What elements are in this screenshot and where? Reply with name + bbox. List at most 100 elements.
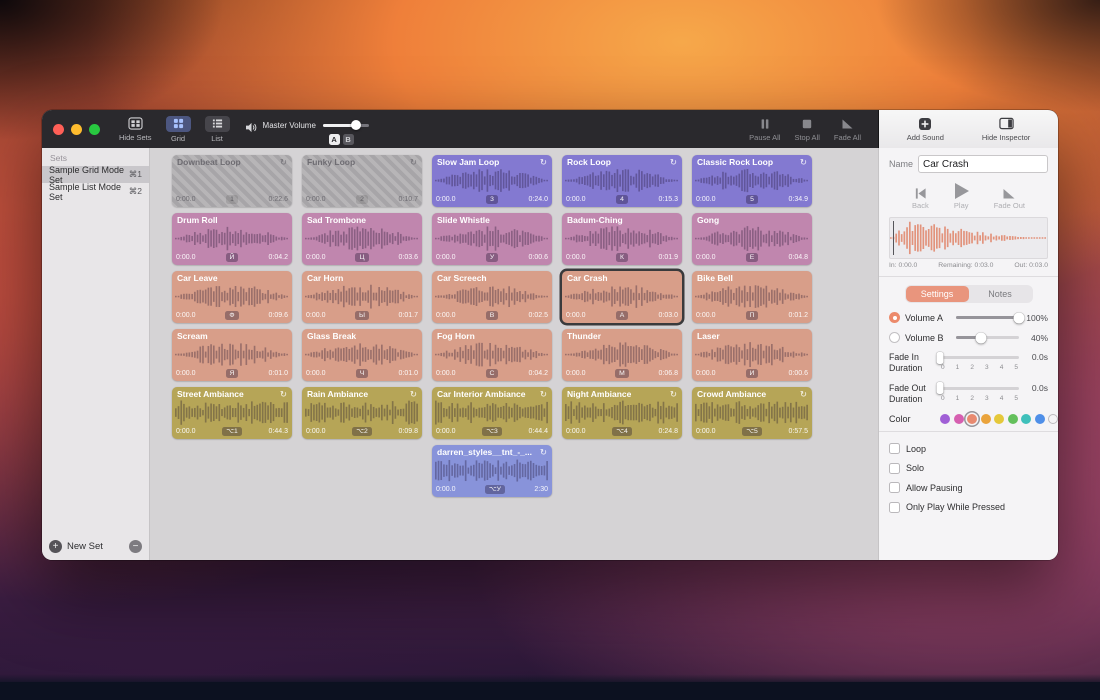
loop-icon: ↻ [540, 448, 547, 457]
sound-tile[interactable]: Car Interior Ambiance↻0:00.0⌥30:44.4 [432, 387, 552, 439]
sound-tile[interactable]: Car Leave0:00.0Ф0:09.6 [172, 271, 292, 323]
pause-all-button[interactable]: Pause All [742, 116, 787, 142]
sound-tile[interactable]: Thunder0:00.0М0:06.8 [562, 329, 682, 381]
sound-tile[interactable]: Classic Rock Loop↻0:00.050:34.9 [692, 155, 812, 207]
fade-in-knob[interactable] [937, 352, 944, 364]
minimize-button[interactable] [71, 124, 82, 135]
sound-tile[interactable]: Slow Jam Loop↻0:00.030:24.0 [432, 155, 552, 207]
fade-out-inspector-button[interactable]: Fade Out [994, 182, 1025, 210]
tile-key-badge: 2 [356, 195, 368, 205]
color-swatch-pink[interactable] [954, 414, 964, 424]
tile-waveform [435, 284, 549, 309]
sound-tile[interactable]: darren_styles__tnt_-_...↻0:00.0⌥У2:30 [432, 445, 552, 497]
sound-tile[interactable]: Downbeat Loop↻0:00.010:22.6 [172, 155, 292, 207]
sound-tile[interactable]: Crowd Ambiance↻0:00.0⌥50:57.5 [692, 387, 812, 439]
new-set-button[interactable]: New Set [67, 541, 103, 552]
color-swatch-purple[interactable] [940, 414, 950, 424]
zoom-button[interactable] [89, 124, 100, 135]
grid-view-button[interactable]: Grid [159, 116, 198, 143]
color-swatch-yellow[interactable] [994, 414, 1004, 424]
color-swatch-teal[interactable] [1021, 414, 1031, 424]
back-button[interactable]: Back [912, 182, 929, 210]
sound-tile[interactable]: Bike Bell0:00.0П0:01.2 [692, 271, 812, 323]
sound-tile[interactable]: Fog Horn0:00.0С0:04.2 [432, 329, 552, 381]
sound-tile[interactable]: Scream0:00.0Я0:01.0 [172, 329, 292, 381]
hide-inspector-button[interactable]: Hide Inspector [975, 116, 1037, 142]
fade-all-button[interactable]: Fade All [827, 116, 868, 142]
stop-all-button[interactable]: Stop All [787, 116, 826, 142]
sound-tile[interactable]: Car Crash0:00.0А0:03.0 [562, 271, 682, 323]
volume-b-knob[interactable] [976, 332, 987, 343]
master-volume-slider[interactable] [323, 124, 369, 127]
name-input[interactable] [918, 155, 1048, 173]
tile-title: Car Interior Ambiance [437, 390, 526, 399]
sidebar-item[interactable]: Sample Grid Mode Set⌘1 [42, 166, 149, 183]
sound-tile[interactable]: Glass Break0:00.0Ч0:01.0 [302, 329, 422, 381]
tile-duration: 0:04.8 [789, 254, 808, 261]
sound-tile[interactable]: Funky Loop↻0:00.020:10.7 [302, 155, 422, 207]
sound-tile[interactable]: Street Ambiance↻0:00.0⌥10:44.3 [172, 387, 292, 439]
checkbox-box[interactable] [889, 482, 900, 493]
add-sound-button[interactable]: Add Sound [900, 116, 951, 142]
tile-elapsed: 0:00.0 [176, 370, 195, 377]
checkbox-box[interactable] [889, 443, 900, 454]
sound-tile[interactable]: Sad Trombone0:00.0Ц0:03.6 [302, 213, 422, 265]
tile-elapsed: 0:00.0 [306, 312, 325, 319]
sound-tile[interactable]: Car Screech0:00.0В0:02.5 [432, 271, 552, 323]
loop-icon: ↻ [800, 158, 807, 167]
tile-elapsed: 0:00.0 [566, 254, 585, 261]
checkbox-only-play-while-pressed[interactable]: Only Play While Pressed [889, 502, 1048, 513]
list-view-button[interactable]: List [198, 116, 237, 143]
tile-duration: 0:44.3 [269, 428, 288, 435]
output-a-badge[interactable]: A [329, 134, 340, 145]
color-swatch-blue[interactable] [1035, 414, 1045, 424]
tile-duration: 0:04.2 [269, 254, 288, 261]
color-swatch-orange[interactable] [981, 414, 991, 424]
fade-in-slider[interactable] [940, 356, 1019, 359]
tile-key-badge: И [746, 369, 759, 379]
color-swatch-salmon[interactable] [967, 414, 977, 424]
play-button[interactable]: Play [953, 182, 970, 210]
checkbox-box[interactable] [889, 463, 900, 474]
add-set-icon[interactable]: + [49, 540, 62, 553]
sound-tile[interactable]: Rain Ambiance↻0:00.0⌥20:09.8 [302, 387, 422, 439]
tab-notes[interactable]: Notes [969, 286, 1032, 302]
checkbox-solo[interactable]: Solo [889, 463, 1048, 474]
tile-key-badge: П [746, 311, 759, 321]
in-time: In: 0:00.0 [889, 262, 917, 269]
sound-tile[interactable]: Gong0:00.0Е0:04.8 [692, 213, 812, 265]
volume-a-knob[interactable] [1014, 312, 1025, 323]
sound-tile[interactable]: Car Horn0:00.0Ы0:01.7 [302, 271, 422, 323]
tab-settings[interactable]: Settings [906, 286, 969, 302]
add-sound-icon [918, 116, 932, 131]
checkbox-allow-pausing[interactable]: Allow Pausing [889, 482, 1048, 493]
fade-out-icon [1002, 182, 1016, 200]
hide-sets-button[interactable]: Hide Sets [112, 116, 159, 142]
output-b-badge[interactable]: B [343, 134, 354, 145]
sound-tile[interactable]: Drum Roll0:00.0Й0:04.2 [172, 213, 292, 265]
close-button[interactable] [53, 124, 64, 135]
fade-out-slider[interactable] [940, 387, 1019, 390]
tick-label: 3 [985, 395, 989, 402]
volume-a-radio[interactable] [889, 312, 900, 323]
tile-key-badge: Ф [225, 311, 238, 321]
remove-set-button[interactable]: − [129, 540, 142, 553]
color-swatch-none[interactable] [1048, 414, 1058, 424]
master-volume-knob[interactable] [351, 120, 361, 130]
tile-waveform [695, 284, 809, 309]
sound-tile[interactable]: Rock Loop↻0:00.040:15.3 [562, 155, 682, 207]
checkbox-box[interactable] [889, 502, 900, 513]
sidebar-item[interactable]: Sample List Mode Set⌘2 [42, 183, 149, 200]
fade-out-knob[interactable] [937, 382, 944, 394]
inspector-waveform[interactable] [889, 217, 1048, 259]
color-swatch-green[interactable] [1008, 414, 1018, 424]
tile-duration: 0:03.6 [399, 254, 418, 261]
checkbox-loop[interactable]: Loop [889, 443, 1048, 454]
sound-tile[interactable]: Slide Whistle0:00.0У0:00.6 [432, 213, 552, 265]
sound-tile[interactable]: Laser0:00.0И0:00.6 [692, 329, 812, 381]
volume-a-slider[interactable] [956, 316, 1019, 319]
volume-b-radio[interactable] [889, 332, 900, 343]
volume-b-slider[interactable] [956, 336, 1019, 339]
sound-tile[interactable]: Night Ambiance↻0:00.0⌥40:24.8 [562, 387, 682, 439]
sound-tile[interactable]: Badum-Ching0:00.0К0:01.9 [562, 213, 682, 265]
